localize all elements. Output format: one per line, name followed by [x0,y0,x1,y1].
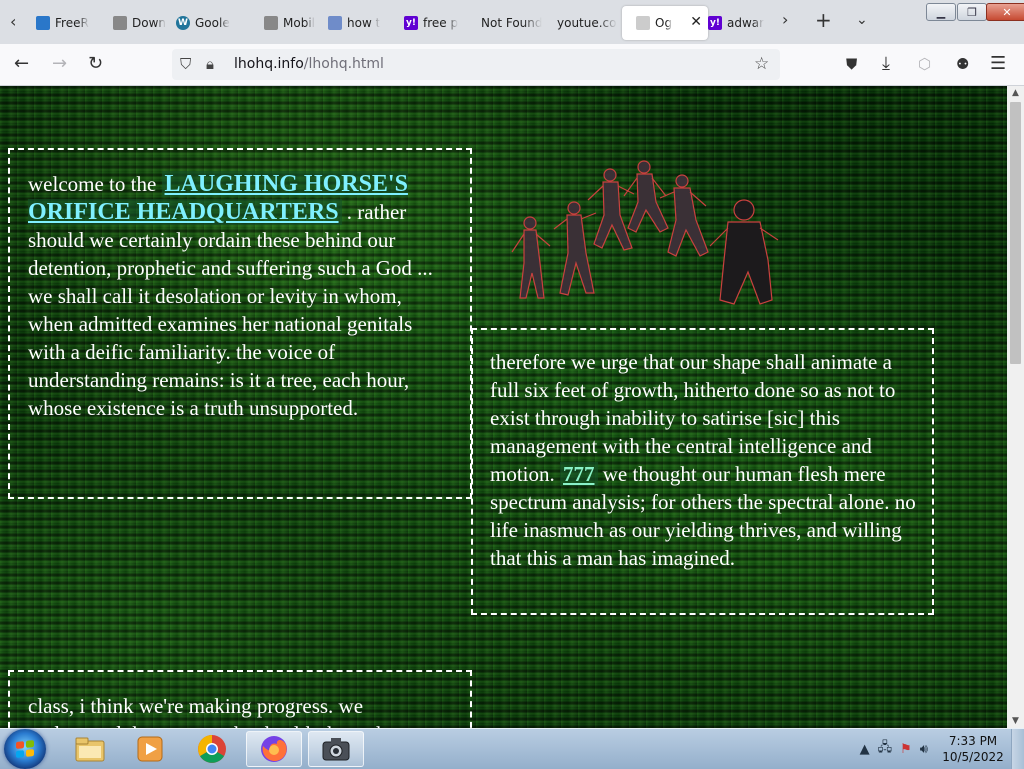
tab-title: FreeR [55,16,89,30]
url-host: lhohq.info [234,56,304,72]
start-button[interactable] [4,729,46,769]
close-tab-icon[interactable]: ✕ [690,14,702,30]
tab-title: free p [423,16,459,30]
show-desktop-button[interactable] [1011,729,1024,769]
windows-logo-icon [16,740,34,758]
clock-date: 10/5/2022 [942,750,1004,764]
extension-icon[interactable]: ⬡ [918,54,931,74]
progress-text-box: class, i think we're making progress. we… [8,670,472,728]
dancing-figures-image [511,160,779,305]
tab-scroll-left-icon[interactable]: ‹ [10,12,16,31]
scroll-up-arrow-icon[interactable]: ▲ [1007,86,1024,100]
url-bar[interactable]: ⛉ 🔒︎ lhohq.info/lhohq.html ☆ [172,49,780,80]
tab-title: how t [347,16,381,30]
bookmark-star-icon[interactable]: ☆ [754,54,769,74]
browser-tab[interactable]: y! adwar [702,6,778,40]
url-path: /lhohq.html [303,56,384,72]
browser-tab[interactable]: W Goole [170,6,256,40]
page-icon [113,16,127,30]
system-tray: ▲ 🖧︎ ⚑ 🔊︎ [856,729,932,769]
welcome-paragraph: welcome to the LAUGHING HORSE'S ORIFICE … [28,170,452,422]
new-tab-button[interactable]: + [815,8,832,32]
urge-text-box: therefore we urge that our shape shall a… [471,328,934,615]
browser-tab[interactable]: y! free p [398,6,469,40]
tab-title: Not Found [481,16,543,30]
wordpress-icon: W [176,16,190,30]
clock[interactable]: 7:33 PM 10/5/2022 [938,733,1008,765]
url-text[interactable]: lhohq.info/lhohq.html [234,56,384,72]
forward-icon[interactable]: → [52,54,67,74]
link-777[interactable]: 777 [560,462,598,486]
camera-icon[interactable] [308,731,364,767]
browser-tab[interactable]: youtue.co [551,6,622,40]
progress-paragraph: class, i think we're making progress. we… [28,694,387,728]
clock-time: 7:33 PM [948,734,998,748]
reload-icon[interactable]: ↻ [88,54,103,74]
explorer-icon[interactable] [62,731,118,767]
scrollbar-thumb[interactable] [1010,102,1021,364]
list-all-tabs-icon[interactable]: ⌄ [856,12,868,28]
welcome-text-box: welcome to the LAUGHING HORSE'S ORIFICE … [8,148,472,499]
media-player-icon[interactable] [122,731,178,767]
tab-scroll-right-icon[interactable]: › [782,10,788,29]
lock-icon[interactable]: 🔒︎ [206,55,214,73]
tab-title: Down [132,16,167,30]
chrome-icon[interactable] [184,731,240,767]
urge-paragraph: therefore we urge that our shape shall a… [490,348,916,572]
network-icon[interactable]: 🖧︎ [878,738,893,760]
welcome-body: . rather should we certainly ordain thes… [28,200,433,420]
browser-tab[interactable]: Not Found [475,6,551,40]
tracking-shield-icon[interactable]: ⛉ [180,55,191,73]
back-icon[interactable]: ← [14,54,29,74]
tab-title: Og [655,16,673,30]
tab-title: youtue.co [557,16,617,30]
volume-icon[interactable]: 🔊︎ [920,742,928,757]
pocket-icon[interactable]: ⛊ [846,54,857,74]
downloads-icon[interactable]: ⤓ [882,54,890,74]
tab-title: Goole [195,16,230,30]
browser-tab[interactable]: Og ✕ [622,6,708,40]
browser-tab[interactable]: how t [322,6,393,40]
yahoo-icon: y! [708,16,722,30]
action-center-icon[interactable]: ⚑ [900,742,912,757]
vertical-scrollbar[interactable]: ▲ ▼ [1007,86,1024,728]
page-icon [264,16,278,30]
tab-strip: ‹ FreeR Down W Goole Mobil how t y! free p Not F… [0,0,1024,44]
restore-button[interactable]: ❐ [957,3,987,21]
menu-icon[interactable]: ☰ [990,54,1006,74]
yahoo-icon: y! [404,16,418,30]
firefox-icon[interactable] [246,731,302,767]
navigation-toolbar: ← → ↻ ⛉ 🔒︎ lhohq.info/lhohq.html ☆ ⛊ ⤓ ⬡… [0,44,1024,86]
minimize-button[interactable]: ▁ [926,3,956,21]
page-icon [636,16,650,30]
welcome-intro: welcome to the [28,172,162,196]
scroll-down-arrow-icon[interactable]: ▼ [1007,714,1024,728]
show-hidden-icons-icon[interactable]: ▲ [860,742,870,757]
page-icon [328,16,342,30]
page-icon [36,16,50,30]
browser-tab[interactable]: Mobil [258,6,319,40]
browser-tab[interactable]: Down [107,6,168,40]
account-icon[interactable]: ⚉ [956,54,969,74]
page-viewport: welcome to the LAUGHING HORSE'S ORIFICE … [0,86,1007,728]
taskbar: ▲ 🖧︎ ⚑ 🔊︎ 7:33 PM 10/5/2022 [0,728,1024,769]
tab-title: Mobil [283,16,315,30]
tab-title: adwar [727,16,765,30]
browser-tab[interactable]: FreeR [30,6,96,40]
close-window-button[interactable]: ✕ [986,3,1024,21]
